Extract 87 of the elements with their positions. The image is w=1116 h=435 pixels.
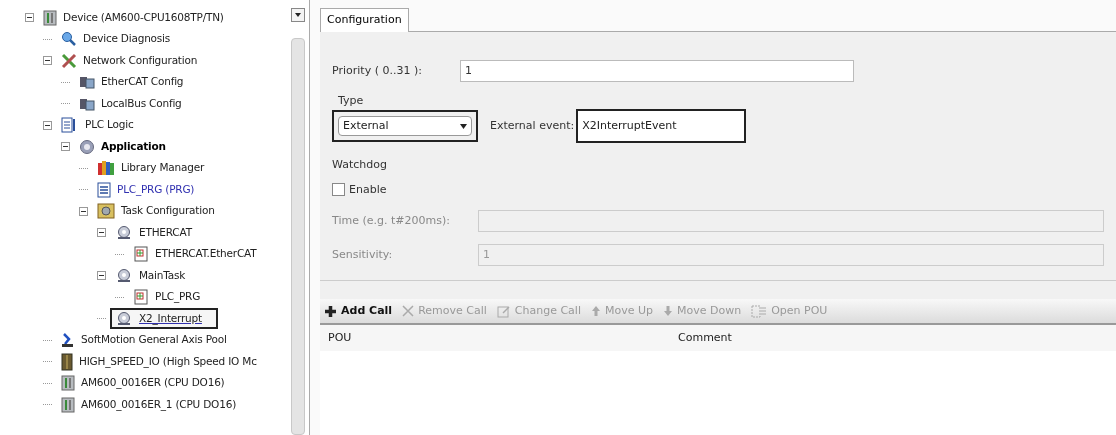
tree-item[interactable]: Application: [74, 136, 182, 158]
collapse-icon[interactable]: [78, 206, 88, 216]
tree-item-label: Network Configuration: [83, 52, 198, 68]
scrollbar[interactable]: [291, 38, 305, 435]
tree-item[interactable]: PLC Logic: [56, 114, 150, 136]
task-icon: [115, 267, 133, 284]
tree-item-label: MainTask: [139, 267, 186, 283]
list-icon: [751, 304, 768, 318]
tree-item-label: HIGH_SPEED_IO (High Speed IO Mc: [79, 353, 257, 370]
document-icon: [97, 181, 111, 198]
tree-item[interactable]: EtherCAT Config: [74, 71, 200, 93]
tree-item[interactable]: HIGH_SPEED_IO (High Speed IO Mc: [56, 351, 273, 373]
priority-field[interactable]: 1: [460, 60, 854, 82]
tree-item[interactable]: Library Manager: [92, 157, 221, 179]
priority-label: Priority ( 0..31 ):: [332, 62, 423, 79]
collapse-icon[interactable]: [42, 56, 52, 66]
bus-icon: [79, 74, 95, 91]
tree-item-label: X2_Interrupt: [139, 310, 202, 327]
tree-item[interactable]: Device (AM600-CPU1608TP/TN): [38, 7, 240, 29]
tree-item-label: Device Diagnosis: [83, 31, 171, 47]
books-icon: [97, 160, 115, 177]
type-dropdown[interactable]: External: [338, 116, 472, 136]
collapse-icon[interactable]: [42, 120, 52, 130]
tab[interactable]: Configuration: [320, 8, 409, 32]
tree-item[interactable]: Task Configuration: [92, 200, 231, 222]
tree-item-label: EtherCAT Config: [101, 74, 184, 90]
dropdown-icon[interactable]: [291, 8, 305, 22]
task-icon: [115, 224, 133, 241]
external-event-field[interactable]: X2InterruptEvent: [576, 109, 747, 143]
program-call-icon: [133, 246, 149, 263]
close-icon: [402, 305, 415, 317]
device-icon: [43, 9, 57, 26]
time-label: Time (e.g. t#200ms):: [332, 212, 451, 229]
tree-item-label: PLC Logic: [85, 117, 134, 133]
task-configuration-icon: [97, 203, 115, 220]
collapse-icon[interactable]: [24, 13, 34, 23]
arrow-up-icon: [590, 305, 601, 317]
tree-item[interactable]: MainTask: [110, 265, 202, 287]
tree-item[interactable]: PLC_PRG: [128, 286, 217, 308]
tree-item-label: Device (AM600-CPU1608TP/TN): [63, 9, 224, 25]
gear-icon: [79, 138, 95, 155]
axis-icon: [61, 332, 75, 349]
tools-icon: [61, 52, 77, 69]
tree-item[interactable]: Device Diagnosis: [56, 28, 187, 50]
tree-item[interactable]: Network Configuration: [56, 50, 214, 72]
collapse-icon[interactable]: [96, 271, 106, 281]
tree-item-label: Task Configuration: [121, 203, 215, 219]
tree-item[interactable]: ETHERCAT.EtherCAT: [128, 243, 273, 265]
column-header[interactable]: POU: [320, 329, 670, 347]
device-icon: [61, 375, 75, 392]
sensitivity-field: 1: [478, 244, 1104, 266]
io-module-icon: [61, 352, 73, 371]
tree-item-label: PLC_PRG (PRG): [117, 181, 195, 198]
tree-item-label: LocalBus Config: [101, 95, 182, 111]
magnifier-icon: [61, 31, 77, 48]
tree-item[interactable]: X2_Interrupt: [110, 308, 218, 330]
watchdog-label: Watchdog: [332, 157, 388, 173]
enable-label: Enable: [349, 181, 387, 198]
type-label: Type: [338, 95, 365, 107]
device-icon: [61, 396, 75, 413]
tree-item-label: AM600_0016ER_1 (CPU DO16): [81, 396, 237, 413]
tree-item-label: Application: [101, 138, 166, 154]
tree-item[interactable]: PLC_PRG (PRG): [92, 179, 211, 201]
dropdown-arrow-icon: [460, 123, 467, 129]
external-event-label: External event:: [490, 117, 575, 134]
collapse-icon[interactable]: [60, 142, 70, 152]
arrow-down-icon: [663, 305, 673, 317]
tree-item-label: ETHERCAT.EtherCAT: [155, 246, 257, 262]
edit-icon: [496, 304, 511, 318]
task-icon: [115, 310, 133, 327]
tree-item[interactable]: AM600_0016ER (CPU DO16): [56, 372, 241, 394]
tree-item[interactable]: ETHERCAT: [110, 222, 208, 244]
tree-item-label: ETHERCAT: [139, 224, 192, 240]
program-call-icon: [133, 289, 149, 306]
tree-item-label: SoftMotion General Axis Pool: [81, 332, 227, 348]
enable-checkbox[interactable]: [332, 183, 345, 197]
tree-item-label: AM600_0016ER (CPU DO16): [81, 375, 225, 391]
tree-item[interactable]: LocalBus Config: [74, 93, 198, 115]
toolbar-button[interactable]: Add Call: [324, 302, 393, 320]
tree-item[interactable]: AM600_0016ER_1 (CPU DO16): [56, 394, 253, 416]
tree-item-label: Library Manager: [121, 160, 205, 176]
tree-item-label: PLC_PRG: [155, 289, 201, 305]
column-header[interactable]: Comment: [670, 329, 1116, 347]
plus-icon: [324, 304, 337, 318]
sensitivity-label: Sensitivity:: [332, 246, 394, 263]
tree-item[interactable]: SoftMotion General Axis Pool: [56, 329, 243, 351]
collapse-icon[interactable]: [96, 228, 106, 238]
